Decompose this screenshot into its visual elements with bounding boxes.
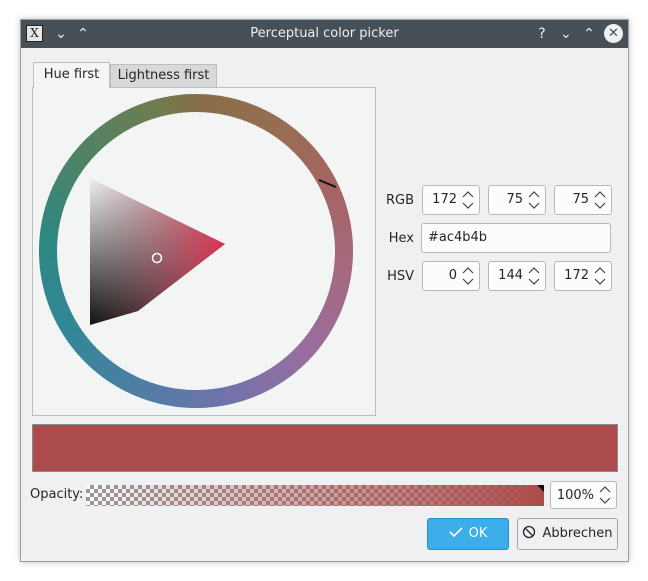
hue-ring-segment[interactable]	[190, 94, 198, 113]
opacity-slider[interactable]	[86, 485, 544, 506]
opacity-handle[interactable]	[537, 485, 544, 492]
tab-hue-first[interactable]: Hue first	[33, 62, 110, 88]
rgb-blue-spinbox[interactable]: 75	[554, 185, 612, 215]
opacity-label: Opacity:	[30, 487, 84, 502]
hex-label: Hex	[388, 231, 414, 246]
rgb-label: RGB	[385, 193, 414, 208]
hsv-value-spinbox[interactable]: 172	[554, 261, 612, 291]
spin-arrows-icon[interactable]	[527, 264, 541, 288]
hsv-saturation-value: 144	[498, 268, 523, 283]
tab-lightness-first[interactable]: Lightness first	[110, 64, 217, 87]
rgb-green-spinbox[interactable]: 75	[488, 185, 546, 215]
rgb-green-value: 75	[506, 192, 523, 207]
help-icon[interactable]: ?	[532, 24, 552, 44]
cancel-label: Abbrechen	[542, 526, 613, 541]
spin-arrows-icon[interactable]	[461, 264, 475, 288]
spin-arrows-icon[interactable]	[593, 264, 607, 288]
color-preview	[32, 424, 618, 472]
hue-first-panel	[32, 87, 376, 416]
titlebar: X ⌄ ⌃ Perceptual color picker ? ⌄ ⌃ ✕	[21, 20, 628, 48]
hsv-saturation-spinbox[interactable]: 144	[488, 261, 546, 291]
hsv-hue-spinbox[interactable]: 0	[422, 261, 480, 291]
cancel-button[interactable]: Abbrechen	[517, 518, 618, 550]
close-icon[interactable]: ✕	[604, 24, 623, 43]
maximize-icon[interactable]: ⌃	[579, 24, 599, 44]
spin-arrows-icon[interactable]	[593, 188, 607, 212]
hsv-label: HSV	[387, 269, 414, 284]
spin-arrows-icon[interactable]	[527, 188, 541, 212]
rgb-blue-value: 75	[572, 192, 589, 207]
hex-value: #ac4b4b	[428, 230, 488, 245]
spin-arrows-icon[interactable]	[598, 483, 612, 511]
minimize-icon[interactable]: ⌄	[556, 24, 576, 44]
rgb-red-spinbox[interactable]: 172	[422, 185, 480, 215]
opacity-spinbox[interactable]: 100%	[550, 481, 617, 509]
opacity-gradient	[86, 485, 544, 506]
opacity-value: 100%	[556, 488, 594, 503]
ok-label: OK	[468, 526, 488, 541]
hsv-value-value: 172	[564, 268, 589, 283]
ok-button[interactable]: OK	[427, 518, 509, 550]
hsv-hue-value: 0	[448, 268, 457, 283]
color-picker-dialog: X ⌄ ⌃ Perceptual color picker ? ⌄ ⌃ ✕ Hu…	[20, 19, 629, 562]
spin-arrows-icon[interactable]	[461, 188, 475, 212]
hex-input[interactable]: #ac4b4b	[421, 223, 611, 253]
rgb-red-value: 172	[432, 192, 457, 207]
cancel-icon	[522, 525, 542, 541]
checkmark-icon	[449, 526, 469, 541]
hue-wheel[interactable]	[33, 88, 375, 415]
